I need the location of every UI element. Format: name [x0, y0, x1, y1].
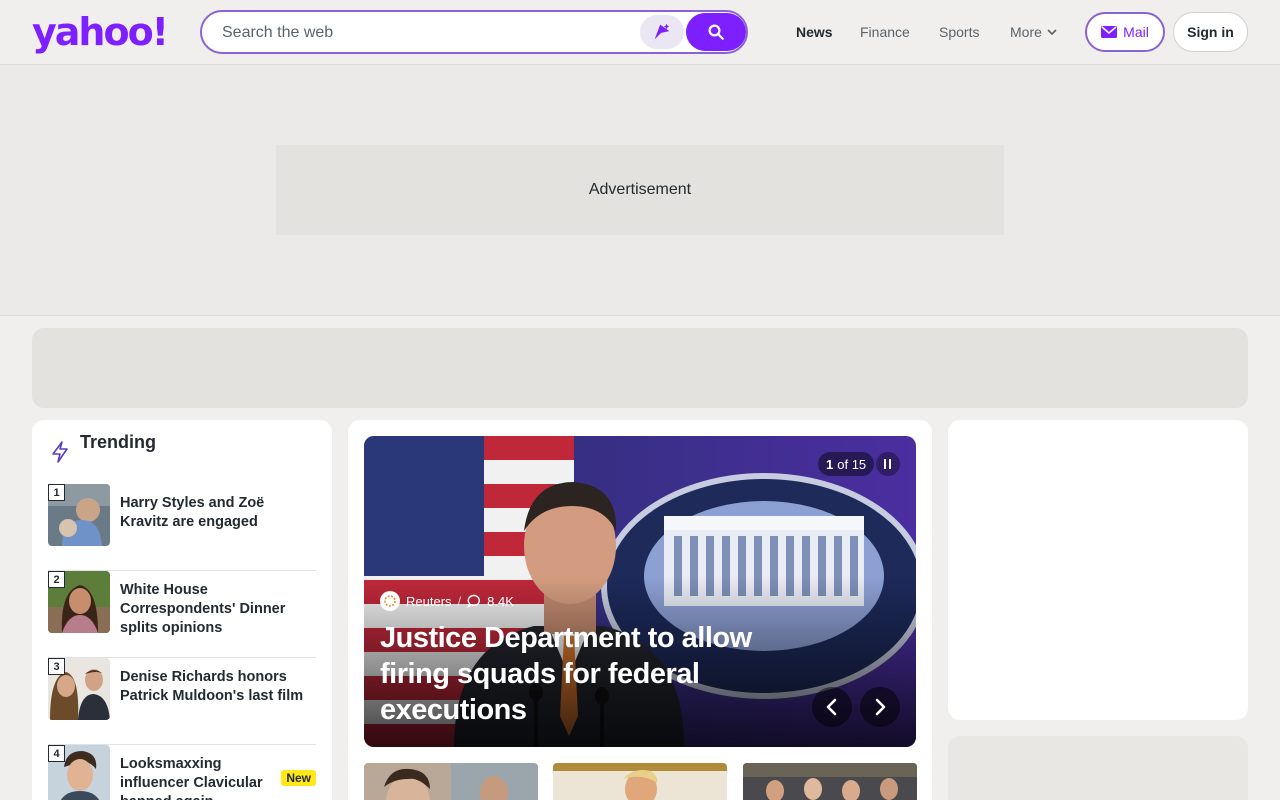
trending-rank: 2 [48, 571, 65, 588]
mail-label: Mail [1123, 24, 1149, 40]
story-thumbnail[interactable] [743, 763, 917, 800]
mail-button[interactable]: Mail [1085, 12, 1165, 52]
slide-total: of 15 [837, 456, 867, 472]
new-badge: New [281, 770, 316, 786]
sign-in-button[interactable]: Sign in [1173, 12, 1248, 52]
search-box [200, 10, 748, 54]
trending-headline: Denise Richards honors Patrick Muldoon's… [120, 669, 304, 704]
search-input[interactable] [222, 21, 622, 45]
story-meta: Reuters / 8.4K [380, 591, 514, 611]
meta-separator: / [457, 593, 462, 609]
trending-headline: Looksmaxxing influencer Clavicular banne… [120, 756, 263, 800]
trending-item[interactable]: 2 White House Correspondents' Dinner spl… [48, 571, 316, 658]
trending-item[interactable]: 3 Denise Richards honors Patrick Muldoon… [48, 658, 316, 745]
nav-more-label: More [1010, 24, 1042, 40]
slide-counter: 1 of 15 [818, 452, 875, 476]
trending-title: Trending [80, 432, 156, 452]
trending-item[interactable]: 4 Looksmaxxing influencer Clavicular ban… [48, 745, 316, 800]
chevron-left-icon [826, 698, 837, 716]
trending-headline: White House Correspondents' Dinner split… [120, 582, 286, 636]
pause-icon [884, 459, 891, 469]
advertisement-label: Advertisement [588, 181, 692, 198]
nav-sports[interactable]: Sports [939, 24, 979, 40]
nav-news[interactable]: News [796, 24, 833, 40]
comment-count[interactable]: 8.4K [487, 594, 514, 609]
chevron-down-icon [1047, 29, 1057, 36]
story-thumbnail[interactable] [553, 763, 727, 800]
right-rail-placeholder [948, 736, 1248, 800]
story-source[interactable]: Reuters [406, 594, 452, 609]
banner-placeholder [32, 328, 1248, 408]
trending-rank: 4 [48, 745, 65, 762]
yahoo-logo[interactable]: yahoo! [32, 10, 169, 54]
top-header: yahoo! News Finance Sports More Mail [0, 0, 1280, 65]
search-button[interactable] [686, 13, 746, 51]
nav-finance[interactable]: Finance [860, 24, 910, 40]
mail-icon [1101, 26, 1118, 38]
right-rail-module [948, 420, 1248, 720]
previous-slide-button[interactable] [812, 687, 852, 727]
pause-button[interactable] [876, 452, 900, 476]
nav-more[interactable]: More [1010, 24, 1058, 40]
reuters-logo-icon [380, 591, 400, 611]
comment-icon [467, 594, 481, 608]
next-slide-button[interactable] [860, 687, 900, 727]
chevron-right-icon [875, 698, 886, 716]
trending-rank: 1 [48, 484, 65, 501]
hero-headline[interactable]: Justice Department to allow firing squad… [380, 620, 780, 728]
ad-band: Advertisement [0, 65, 1280, 316]
lightning-icon [52, 441, 68, 463]
search-icon [708, 24, 724, 40]
ai-assistant-button[interactable] [640, 15, 684, 49]
trending-headline: Harry Styles and Zoë Kravitz are engaged [120, 495, 265, 530]
sparkle-icon [654, 23, 670, 40]
trending-item[interactable]: 1 Harry Styles and Zoë Kravitz are engag… [48, 484, 316, 571]
trending-panel: Trending 1 Harry Styles and Zoë Kravitz … [32, 420, 332, 800]
advertisement[interactable]: Advertisement [276, 145, 1004, 235]
trending-rank: 3 [48, 658, 65, 675]
story-thumbnail[interactable] [364, 763, 538, 800]
slide-current: 1 [826, 456, 834, 472]
